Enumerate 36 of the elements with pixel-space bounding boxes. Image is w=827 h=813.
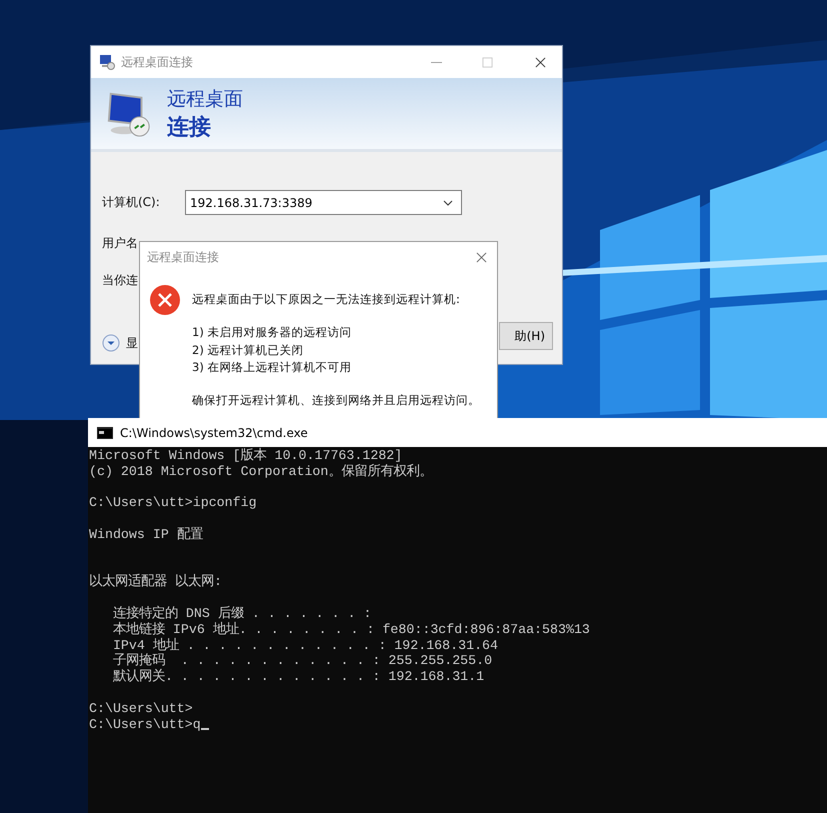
close-icon[interactable]: [535, 56, 546, 68]
reason-text: 1) 未启用对服务器的远程访问: [192, 324, 352, 340]
window-title: 远程桌面连接: [121, 54, 194, 70]
console-line: C:\Users\utt>: [89, 700, 194, 717]
dialog-title: 远程桌面连接: [147, 248, 220, 266]
options-label[interactable]: 显: [126, 334, 138, 352]
note-text: 当你连: [102, 272, 139, 289]
computer-label: 计算机(C):: [102, 194, 161, 211]
console-line: IPv4 地址 . . . . . . . . . . . . : 192.168.31.64: [112, 638, 500, 653]
error-message: 远程桌面由于以下原因之一无法连接到远程计算机:: [192, 292, 461, 307]
console-line: (c) 2018 Microsoft Corporation。保留所有权利。: [89, 464, 434, 480]
error-icon: [150, 285, 180, 315]
console-line: 连接特定的 DNS 后缀 . . . . . . . :: [112, 606, 373, 622]
console-line: 子网掩码 . . . . . . . . . . . . : 255.255.255.0: [112, 653, 494, 668]
console-line: Windows IP 配置: [89, 526, 204, 543]
advice-text: 确保打开远程计算机、连接到网络并且启用远程访问。: [192, 392, 480, 408]
caret-icon: [443, 200, 453, 206]
help-button[interactable]: 助(H): [499, 322, 553, 350]
console-line: C:\Users\utt>ipconfig: [89, 495, 258, 512]
close-icon[interactable]: [476, 252, 487, 262]
text-cursor: [200, 728, 209, 730]
username-label: 用户名: [102, 235, 139, 252]
console-line: 默认网关. . . . . . . . . . . . . : 192.168.31.1: [112, 669, 486, 685]
reason-text: 3) 在网络上远程计算机不可用: [192, 359, 352, 376]
reason-text: 2) 远程计算机已关闭: [192, 342, 304, 358]
banner-subtitle: 连接: [167, 114, 212, 142]
banner-title: 远程桌面: [167, 86, 243, 112]
window-title: C:\Windows\system32\cmd.exe: [120, 426, 308, 440]
console-icon: [97, 426, 113, 438]
console-input[interactable]: C:\Users\utt>q: [89, 716, 201, 732]
console-line: Microsoft Windows [版本 10.0.17763.1282]: [89, 448, 404, 464]
computer-combobox[interactable]: 192.168.31.73:3389: [185, 190, 462, 215]
monitor-icon: [99, 54, 115, 70]
console-line: 以太网适配器 以太网:: [89, 574, 223, 590]
console-line: 本地链接 IPv6 地址. . . . . . . . : fe80::3cfd:896:87aa:583%13: [112, 622, 591, 638]
expand-icon[interactable]: [102, 334, 120, 352]
